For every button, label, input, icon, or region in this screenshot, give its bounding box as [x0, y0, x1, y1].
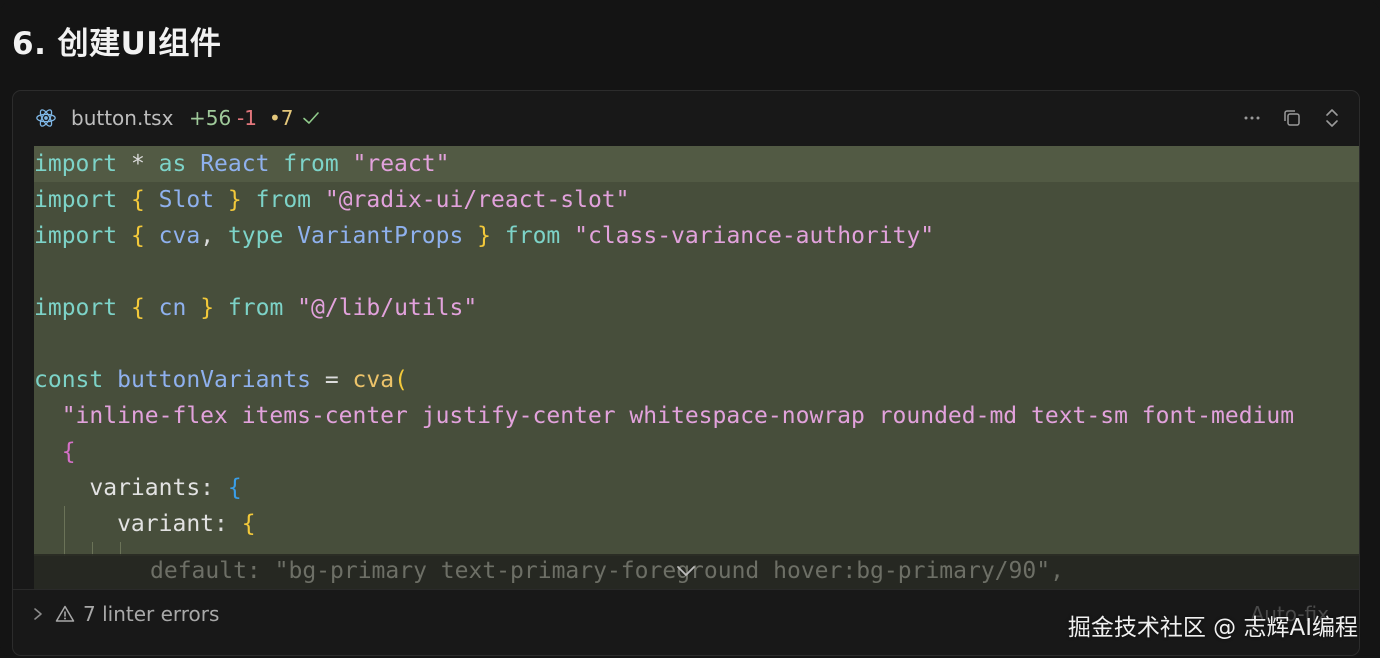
- code-line: import { cva, type VariantProps } from "…: [34, 218, 934, 254]
- copy-icon: [1284, 110, 1300, 126]
- code-token: "inline-flex items-center justify-center…: [34, 403, 1295, 429]
- code-line: import * as React from "react": [34, 146, 1359, 182]
- code-line: const buttonVariants = cva(: [34, 362, 408, 398]
- more-icon: [1244, 116, 1260, 120]
- page-title: 6. 创建UI组件: [12, 26, 222, 62]
- more-button[interactable]: [1239, 105, 1265, 131]
- page: 6. 创建UI组件 button.tsx +56 -1 •7 import * …: [0, 0, 1380, 658]
- code-line: variants: {: [34, 470, 242, 506]
- code-token: import: [34, 151, 118, 177]
- code-token: }: [200, 295, 215, 321]
- code-token: *: [117, 151, 159, 177]
- code-token: cva: [338, 367, 395, 393]
- code-token: as: [158, 151, 187, 177]
- code-token: {: [241, 511, 256, 537]
- code-token: {: [130, 295, 145, 321]
- code-token: }: [227, 187, 242, 213]
- code-token: {: [227, 475, 242, 501]
- code-token: "react": [338, 151, 450, 177]
- code-token: const: [34, 367, 104, 393]
- code-token: }: [477, 223, 492, 249]
- chevron-down-icon[interactable]: [673, 561, 699, 581]
- code-token: {: [130, 223, 145, 249]
- code-token: from: [227, 295, 284, 321]
- code-token: "@/lib/utils": [283, 295, 478, 321]
- expand-collapse-icon: [1326, 109, 1338, 127]
- code-token: variant: [34, 511, 215, 537]
- code-token: "@radix-ui/react-slot": [311, 187, 630, 213]
- check-icon: [303, 112, 319, 124]
- code-token: {: [61, 439, 76, 465]
- code-token: import: [34, 295, 118, 321]
- code-token: :: [214, 511, 242, 537]
- code-token: import: [34, 223, 118, 249]
- linter-errors-toggle[interactable]: 7 linter errors: [83, 602, 219, 626]
- code-token: {: [130, 187, 145, 213]
- code-token: VariantProps: [283, 223, 478, 249]
- code-token: ,: [200, 223, 228, 249]
- code-token: import: [34, 187, 118, 213]
- code-token: buttonVariants: [103, 367, 325, 393]
- modified-count: •7: [269, 106, 294, 130]
- code-area[interactable]: import * as React from "react" import { S…: [34, 146, 1359, 556]
- code-token: variants: [34, 475, 201, 501]
- code-token: React: [186, 151, 284, 177]
- code-token: from: [504, 223, 561, 249]
- code-token: from: [283, 151, 339, 177]
- react-icon: [36, 109, 56, 127]
- code-diff-card: button.tsx +56 -1 •7 import * as React f…: [12, 90, 1360, 656]
- deletions-count: -1: [237, 106, 257, 130]
- code-token: cva: [144, 223, 201, 249]
- expand-collapse-button[interactable]: [1319, 105, 1345, 131]
- code-token: from: [255, 187, 312, 213]
- code-token: =: [324, 367, 339, 393]
- file-header: button.tsx +56 -1 •7: [13, 91, 1359, 147]
- warning-icon: [55, 605, 75, 622]
- code-token: cn: [144, 295, 201, 321]
- code-line: import { Slot } from "@radix-ui/react-sl…: [34, 182, 630, 218]
- code-token: :: [200, 475, 228, 501]
- code-line: variant: {: [34, 506, 256, 542]
- code-token: Slot: [144, 187, 228, 213]
- code-token: type: [227, 223, 284, 249]
- copy-button[interactable]: [1279, 105, 1305, 131]
- code-token: "class-variance-authority": [560, 223, 935, 249]
- faded-code-line: default: "bg-primary text-primary-foregr…: [150, 558, 1064, 584]
- code-line: import { cn } from "@/lib/utils": [34, 290, 477, 326]
- code-line: "inline-flex items-center justify-center…: [34, 398, 1294, 434]
- watermark: 掘金技术社区 @ 志辉AI编程: [1067, 615, 1358, 641]
- additions-count: +56: [189, 106, 232, 130]
- code-line: {: [34, 434, 76, 470]
- file-name[interactable]: button.tsx: [71, 106, 173, 130]
- code-token: (: [394, 367, 408, 393]
- chevron-right-icon[interactable]: [31, 605, 45, 623]
